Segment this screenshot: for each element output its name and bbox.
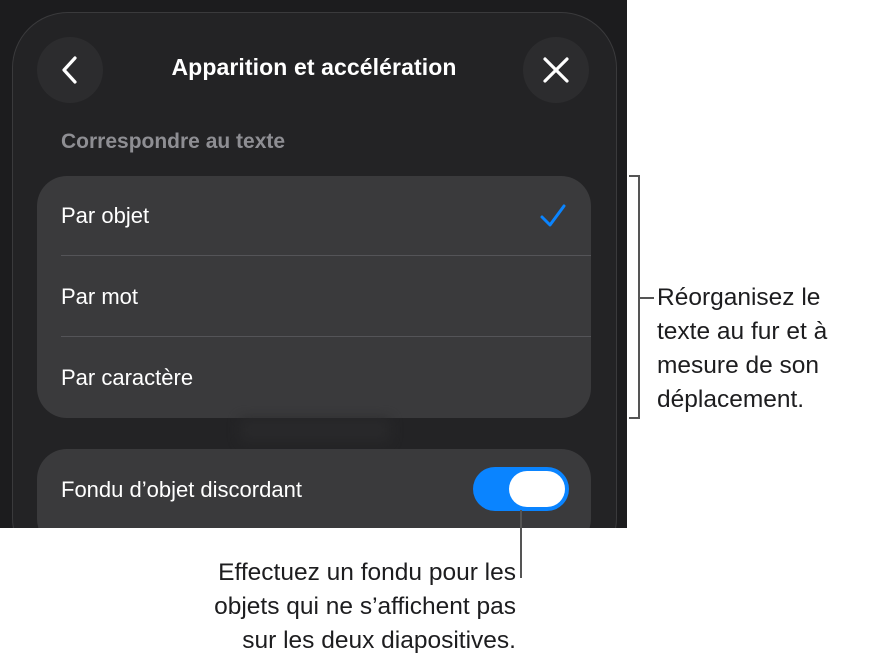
callout-line: sur les deux diapositives. — [242, 627, 516, 654]
option-label: Par objet — [61, 203, 150, 228]
callout-line: objets qui ne s’affichent pas — [214, 593, 516, 620]
option-par-mot[interactable]: Par mot — [37, 257, 591, 337]
callout-line: déplacement. — [657, 386, 805, 413]
bracket-bottom — [629, 417, 640, 419]
leader-line — [520, 510, 522, 578]
callout-line: mesure de son — [657, 352, 820, 379]
divider — [61, 336, 591, 337]
divider — [61, 255, 591, 256]
callout-reorganize: Réorganisez le texte au fur et à mesure … — [657, 281, 883, 417]
bracket-pointer — [640, 297, 654, 299]
section-header: Correspondre au texte — [61, 130, 286, 153]
checkmark-icon — [540, 204, 566, 227]
callout-line: Effectuez un fondu pour les — [218, 559, 516, 586]
callout-line: texte au fur et à — [657, 318, 828, 345]
callout-line: Réorganisez le — [657, 284, 821, 311]
option-label: Par mot — [61, 284, 139, 309]
match-text-options: Par objet Par mot Par caractère — [37, 176, 591, 418]
fade-toggle-switch[interactable] — [473, 467, 569, 511]
xmark-icon — [543, 57, 569, 83]
background-blur — [240, 418, 390, 442]
close-button[interactable] — [523, 37, 589, 103]
option-par-caractere[interactable]: Par caractère — [37, 338, 591, 418]
option-label: Par caractère — [61, 365, 194, 390]
back-button[interactable] — [37, 37, 103, 103]
app-screen: Apparition et accélération Correspondre … — [0, 0, 627, 528]
callout-fade: Effectuez un fondu pour les objets qui n… — [120, 556, 516, 658]
option-par-objet[interactable]: Par objet — [37, 176, 591, 256]
toggle-label: Fondu d’objet discordant — [61, 477, 302, 502]
switch-knob — [509, 471, 565, 507]
chevron-left-icon — [62, 56, 77, 84]
toggle-row-fondu: Fondu d’objet discordant — [37, 449, 591, 528]
page-title: Apparition et accélération — [171, 54, 457, 80]
